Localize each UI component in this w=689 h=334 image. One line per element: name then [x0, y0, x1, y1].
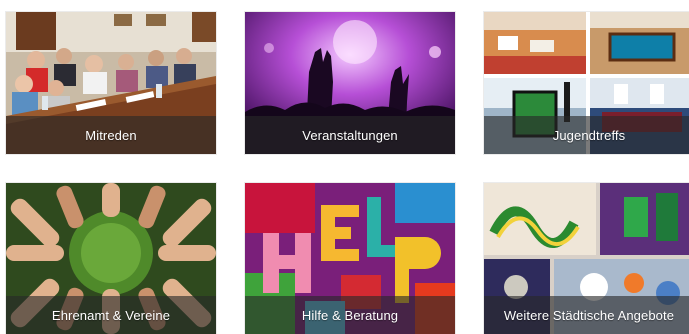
tile-jugendtreffs[interactable]: Jugendtreffs — [484, 12, 689, 154]
tile-label-bar: Weitere Städtische Angebote — [484, 296, 689, 334]
tile-label-bar: Hilfe & Beratung — [245, 296, 455, 334]
tile-label-bar: Veranstaltungen — [245, 116, 455, 154]
tile-hilfe-beratung[interactable]: Hilfe & Beratung — [245, 183, 455, 334]
tile-label: Veranstaltungen — [302, 127, 398, 143]
tile-label: Ehrenamt & Vereine — [51, 307, 171, 323]
tile-label: Mitreden — [85, 127, 137, 143]
tile-label: Hilfe & Beratung — [301, 307, 399, 323]
tile-label: Jugendtreffs — [552, 127, 626, 143]
tile-label-bar: Jugendtreffs — [484, 116, 689, 154]
tile-ehrenamt-vereine[interactable]: Ehrenamt & Vereine — [6, 183, 216, 334]
tile-label-bar: Mitreden — [6, 116, 216, 154]
tile-label: Weitere Städtische Angebote — [503, 307, 675, 323]
tile-label-bar: Ehrenamt & Vereine — [6, 296, 216, 334]
tile-veranstaltungen[interactable]: Veranstaltungen — [245, 12, 455, 154]
tile-mitreden[interactable]: Mitreden — [6, 12, 216, 154]
tile-weitere-staedtische-angebote[interactable]: Weitere Städtische Angebote — [484, 183, 689, 334]
